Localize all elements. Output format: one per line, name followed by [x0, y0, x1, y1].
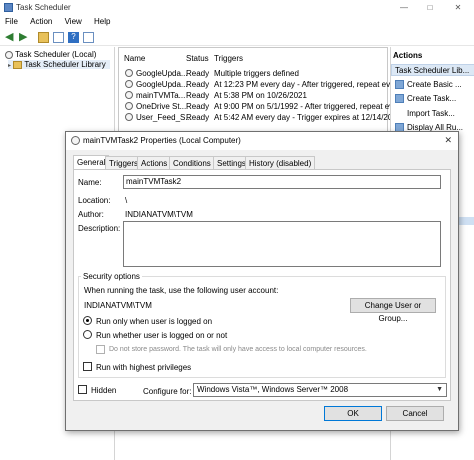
- task-icon: [125, 102, 133, 110]
- table-row[interactable]: User_Feed_S... Ready At 5:42 AM every da…: [123, 112, 401, 123]
- hidden-label[interactable]: Hidden: [91, 386, 116, 395]
- window-title: Task Scheduler: [16, 3, 71, 12]
- name-field[interactable]: mainTVMTask2: [123, 175, 441, 189]
- action-create-task[interactable]: Create Task...: [395, 94, 456, 104]
- configure-label: Configure for:: [143, 387, 192, 396]
- tree-item-library[interactable]: ▸ Task Scheduler Library: [8, 60, 110, 69]
- menu-view[interactable]: View: [60, 15, 87, 28]
- name-label: Name:: [78, 178, 102, 187]
- folder-icon[interactable]: [38, 32, 49, 43]
- tab-history[interactable]: History (disabled): [245, 156, 316, 169]
- action-import-task[interactable]: Import Task...: [395, 109, 455, 118]
- tab-actions[interactable]: Actions: [137, 156, 172, 169]
- menu-file[interactable]: File: [0, 15, 23, 28]
- actions-section-header[interactable]: Task Scheduler Lib...: [391, 64, 474, 76]
- run-whether-label[interactable]: Run whether user is logged on or not: [96, 331, 227, 340]
- title-bar: Task Scheduler — □ ✕: [0, 0, 474, 15]
- run-logged-on-radio[interactable]: [83, 316, 92, 325]
- toolbar: ◀ ▶ ?: [0, 29, 474, 46]
- dialog-title: mainTVMTask2 Properties (Local Computer): [83, 136, 241, 145]
- list-icon[interactable]: [83, 32, 94, 43]
- task-list: Name Status Triggers GoogleUpda... Ready…: [118, 47, 404, 135]
- author-value: INDIANATVM\TVM: [125, 210, 193, 219]
- run-logged-on-label[interactable]: Run only when user is logged on: [96, 317, 212, 326]
- description-label: Description:: [78, 224, 121, 233]
- task-icon: [395, 94, 404, 104]
- ok-button[interactable]: OK: [324, 406, 382, 421]
- task-icon: [125, 113, 133, 121]
- help-icon[interactable]: ?: [68, 32, 79, 43]
- highest-privileges-label[interactable]: Run with highest privileges: [96, 363, 191, 372]
- task-icon: [395, 80, 404, 90]
- import-icon: [395, 109, 404, 118]
- tree-item-root[interactable]: Task Scheduler (Local): [5, 50, 96, 59]
- tab-conditions[interactable]: Conditions: [169, 156, 215, 169]
- task-icon: [125, 69, 133, 77]
- task-scheduler-window: Task Scheduler — □ ✕ File Action View He…: [0, 0, 474, 460]
- security-options-title: Security options: [81, 272, 142, 281]
- configure-select[interactable]: Windows Vista™, Windows Server™ 2008 ▼: [193, 383, 447, 397]
- back-icon[interactable]: ◀: [5, 32, 16, 43]
- highest-privileges-checkbox[interactable]: [83, 362, 92, 371]
- properties-dialog: mainTVMTask2 Properties (Local Computer)…: [65, 131, 459, 431]
- table-row[interactable]: mainTVMTa... Ready At 5:38 PM on 10/26/2…: [123, 90, 389, 101]
- menu-action[interactable]: Action: [25, 15, 57, 28]
- properties-icon[interactable]: [53, 32, 64, 43]
- menu-bar: File Action View Help: [0, 15, 474, 29]
- column-name[interactable]: Name: [124, 54, 145, 63]
- hidden-checkbox[interactable]: [78, 385, 87, 394]
- column-status[interactable]: Status: [186, 54, 209, 63]
- account-value: INDIANATVM\TVM: [84, 301, 152, 310]
- no-store-password-checkbox[interactable]: [96, 345, 105, 354]
- location-label: Location:: [78, 196, 111, 205]
- clock-icon: [71, 136, 80, 145]
- app-icon: [4, 3, 13, 12]
- location-value: \: [125, 196, 128, 205]
- description-field[interactable]: [123, 221, 441, 267]
- action-create-basic-task[interactable]: Create Basic ...: [395, 80, 462, 90]
- actions-header: Actions: [393, 51, 423, 60]
- author-label: Author:: [78, 210, 104, 219]
- task-icon: [125, 91, 133, 99]
- dialog-title-bar: mainTVMTask2 Properties (Local Computer)…: [66, 132, 458, 150]
- dialog-close-icon[interactable]: ✕: [444, 135, 452, 146]
- table-row[interactable]: GoogleUpda... Ready Multiple triggers de…: [123, 68, 389, 79]
- run-whether-radio[interactable]: [83, 330, 92, 339]
- account-prompt: When running the task, use the following…: [84, 286, 279, 295]
- tab-general[interactable]: General: [73, 155, 110, 170]
- no-store-password-label: Do not store password. The task will onl…: [109, 346, 367, 353]
- menu-help[interactable]: Help: [89, 15, 115, 28]
- change-user-button[interactable]: Change User or Group...: [350, 298, 436, 323]
- task-icon: [125, 80, 133, 88]
- clock-icon: [5, 50, 13, 59]
- maximize-button[interactable]: □: [418, 0, 442, 15]
- chevron-right-icon[interactable]: ▸: [8, 63, 11, 69]
- folder-icon: [13, 60, 23, 69]
- general-tab-panel: Name: mainTVMTask2 Location: \ Author: I…: [73, 169, 451, 401]
- cancel-button[interactable]: Cancel: [386, 406, 444, 421]
- forward-icon[interactable]: ▶: [19, 32, 30, 43]
- minimize-button[interactable]: —: [392, 0, 416, 15]
- table-row[interactable]: GoogleUpda... Ready At 12:23 PM every da…: [123, 79, 401, 90]
- close-button[interactable]: ✕: [446, 0, 470, 15]
- table-row[interactable]: OneDrive St... Ready At 9:00 PM on 5/1/1…: [123, 101, 404, 112]
- column-triggers[interactable]: Triggers: [214, 54, 243, 63]
- chevron-down-icon: ▼: [436, 386, 443, 393]
